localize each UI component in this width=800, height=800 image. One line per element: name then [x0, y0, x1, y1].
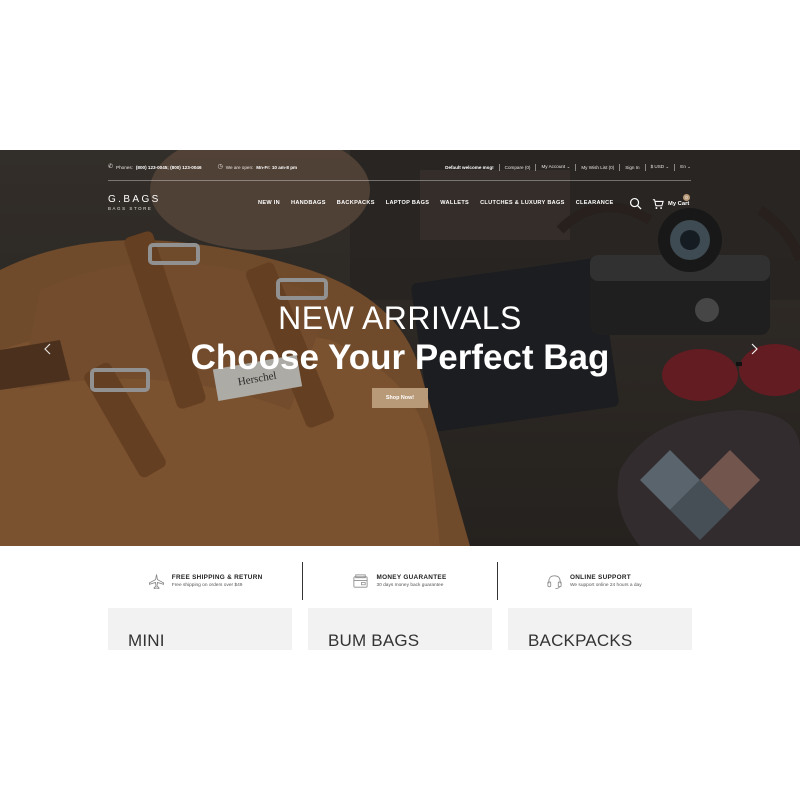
logo-tagline: BAGS STORE — [108, 206, 153, 211]
category-card-backpacks[interactable]: BACKPACKS — [508, 608, 692, 650]
currency-dropdown[interactable]: $ USD ⌄ — [651, 164, 670, 170]
wish-list-link[interactable]: My Wish List (0) — [581, 165, 614, 170]
features-bar: FREE SHIPPING & RETURN Free shipping on … — [108, 562, 691, 600]
nav-item-wallets[interactable]: WALLETS — [440, 200, 469, 206]
sign-in-link[interactable]: Sign In — [625, 165, 639, 170]
category-cards: MINI BUM BAGS BACKPACKS — [108, 608, 692, 650]
nav-item-clearance[interactable]: CLEARANCE — [576, 200, 614, 206]
phone-icon: ✆ — [108, 164, 114, 170]
feature-money-guarantee: MONEY GUARANTEE 30 days money back guara… — [302, 562, 496, 600]
headset-icon — [547, 574, 562, 589]
divider — [619, 163, 621, 171]
feature-title: ONLINE SUPPORT — [569, 574, 631, 581]
account-links: Default welcome msg! Compare (0) My Acco… — [445, 163, 691, 171]
feature-free-shipping: FREE SHIPPING & RETURN Free shipping on … — [108, 562, 302, 600]
feature-desc: We support online 24 hours a day — [569, 583, 642, 588]
cart-label: My Cart — [668, 200, 690, 207]
shop-now-button[interactable]: Shop Now! — [372, 388, 428, 408]
wallet-icon — [353, 573, 368, 588]
nav-item-handbags[interactable]: HANDBAGS — [291, 200, 326, 206]
my-account-dropdown[interactable]: My Account ⌄ — [541, 164, 570, 170]
hero-kicker: NEW ARRIVALS — [278, 300, 522, 336]
top-info-bar: ✆ Phones: (800) 123-0045; (800) 123-0046… — [108, 162, 691, 172]
slider-prev-arrow-icon[interactable] — [42, 342, 54, 356]
hero-title: Choose Your Perfect Bag — [190, 338, 610, 377]
header-tools: 0 My Cart — [629, 193, 690, 210]
clock-icon: ◷ — [217, 164, 223, 170]
feature-title: FREE SHIPPING & RETURN — [171, 574, 263, 581]
hero-banner: Herschel ✆ Phones: (800) 123-0045; (800)… — [0, 150, 800, 546]
store-logo[interactable]: G.BAGS BAGS STORE — [108, 194, 161, 211]
divider — [644, 163, 646, 171]
feature-desc: 30 days money back guarantee — [376, 583, 444, 588]
feature-title: MONEY GUARANTEE — [376, 574, 447, 581]
search-icon[interactable] — [629, 197, 642, 210]
airplane-icon — [148, 573, 164, 589]
compare-link[interactable]: Compare (0) — [505, 165, 531, 170]
opening-hours: ◷ We are open: Mn-Fr: 10 am-8 pm — [218, 164, 298, 170]
category-name: BACKPACKS — [528, 631, 633, 650]
hours-label: We are open: — [225, 164, 254, 170]
header-divider — [108, 180, 691, 181]
divider — [674, 163, 676, 171]
cart-icon — [652, 198, 664, 209]
hero-headline: NEW ARRIVALS Choose Your Perfect Bag — [0, 300, 800, 378]
hours-value: Mn-Fr: 10 am-8 pm — [256, 164, 298, 170]
phone-contact: ✆ Phones: (800) 123-0045; (800) 123-0046 — [108, 164, 202, 170]
welcome-message: Default welcome msg! — [445, 164, 494, 170]
cart-button[interactable]: 0 My Cart — [652, 193, 690, 210]
category-card-mini[interactable]: MINI — [108, 608, 292, 650]
phones-label: Phones: — [116, 164, 133, 170]
slider-next-arrow-icon[interactable] — [748, 342, 760, 356]
divider — [498, 163, 500, 171]
cart-count-badge: 0 — [683, 193, 690, 201]
nav-item-laptop-bags[interactable]: LAPTOP BAGS — [386, 200, 430, 206]
nav-item-backpacks[interactable]: BACKPACKS — [337, 200, 375, 206]
divider — [535, 163, 537, 171]
category-card-bum-bags[interactable]: BUM BAGS — [308, 608, 492, 650]
feature-online-support: ONLINE SUPPORT We support online 24 hour… — [496, 562, 691, 600]
category-name: MINI — [128, 631, 165, 650]
nav-item-clutches[interactable]: CLUTCHES & LUXURY BAGS — [480, 200, 565, 206]
main-nav: NEW IN HANDBAGS BACKPACKS LAPTOP BAGS WA… — [258, 200, 614, 206]
feature-desc: Free shipping on orders over $49 — [171, 583, 243, 588]
category-name: BUM BAGS — [328, 631, 420, 650]
divider — [575, 163, 577, 171]
phones-value: (800) 123-0045; (800) 123-0046 — [135, 164, 202, 170]
logo-text: G.BAGS — [108, 194, 161, 205]
language-dropdown[interactable]: En ⌄ — [680, 164, 691, 170]
nav-item-new-in[interactable]: NEW IN — [258, 200, 280, 206]
